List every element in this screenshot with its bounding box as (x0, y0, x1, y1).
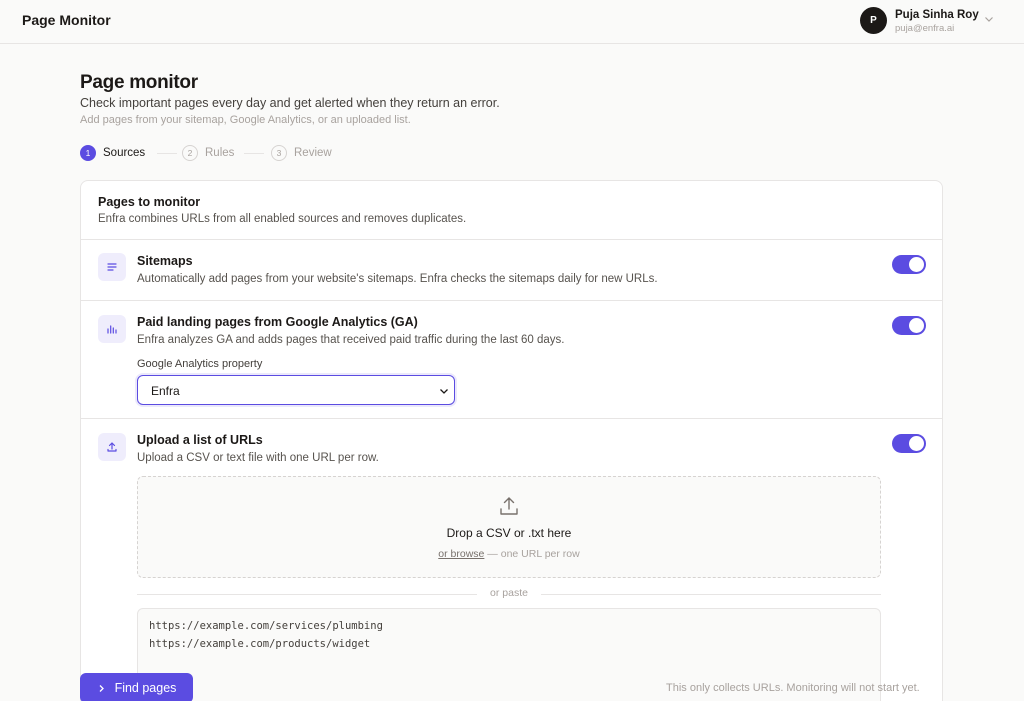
source-upload: Upload a list of URLs Upload a CSV or te… (81, 419, 942, 701)
step-review[interactable]: 3 Review (271, 145, 332, 161)
pasted-url: https://example.com/products/widget (149, 638, 371, 650)
ga-property-label: Google Analytics property (137, 358, 263, 370)
toggle-knob (909, 436, 924, 451)
toggle-knob (909, 318, 924, 333)
chevron-down-icon (985, 17, 993, 22)
card-description: Enfra combines URLs from all enabled sou… (98, 213, 467, 225)
source-google-analytics: Paid landing pages from Google Analytics… (81, 301, 942, 419)
page-title: Page monitor (80, 72, 198, 93)
card-header: Pages to monitor Enfra combines URLs fro… (81, 181, 942, 240)
user-name: Puja Sinha Roy (895, 9, 979, 21)
dropzone-title: Drop a CSV or .txt here (446, 526, 572, 540)
step-connector (244, 153, 264, 154)
ga-toggle[interactable] (892, 316, 926, 335)
find-pages-label: Find pages (114, 681, 177, 695)
upload-toggle[interactable] (892, 434, 926, 453)
upload-icon (98, 433, 126, 461)
source-description: Upload a CSV or text file with one URL p… (137, 452, 379, 464)
step-label: Sources (103, 147, 146, 159)
bar-chart-icon (98, 315, 126, 343)
user-menu[interactable]: P Puja Sinha Roy puja@enfra.ai (860, 7, 1010, 35)
find-pages-button[interactable]: Find pages (80, 673, 193, 701)
footer-note: This only collects URLs. Monitoring will… (666, 682, 920, 694)
top-bar: Page Monitor P Puja Sinha Roy puja@enfra… (0, 0, 1024, 44)
chevron-right-icon (99, 684, 104, 692)
page-hint: Add pages from your sitemap, Google Anal… (80, 114, 411, 126)
app-title: Page Monitor (22, 12, 111, 28)
page-subtitle: Check important pages every day and get … (80, 96, 500, 110)
step-rules[interactable]: 2 Rules (182, 145, 234, 161)
list-icon (98, 253, 126, 281)
source-description: Automatically add pages from your websit… (137, 273, 658, 285)
sources-card: Pages to monitor Enfra combines URLs fro… (80, 180, 943, 701)
chevron-down-icon (440, 389, 448, 394)
source-title: Paid landing pages from Google Analytics… (137, 315, 418, 329)
step-sources[interactable]: 1 Sources (80, 145, 145, 161)
step-number: 1 (80, 145, 96, 161)
source-description: Enfra analyzes GA and adds pages that re… (137, 334, 565, 346)
browse-link[interactable]: or browse (438, 548, 484, 560)
toggle-knob (909, 257, 924, 272)
or-paste-label: or paste (490, 587, 528, 599)
sitemaps-toggle[interactable] (892, 255, 926, 274)
step-number: 2 (182, 145, 198, 161)
source-sitemaps: Sitemaps Automatically add pages from yo… (81, 240, 942, 301)
dropzone-hint: or browse — one URL per row (138, 548, 880, 560)
step-connector (157, 153, 177, 154)
ga-property-select[interactable]: Enfra (137, 375, 455, 405)
step-label: Rules (205, 147, 235, 159)
file-dropzone[interactable]: Drop a CSV or .txt here or browse — one … (137, 476, 881, 578)
source-title: Upload a list of URLs (137, 433, 263, 447)
step-number: 3 (271, 145, 287, 161)
step-label: Review (294, 147, 332, 159)
pasted-url: https://example.com/services/plumbing (149, 620, 383, 632)
or-divider: or paste (137, 587, 881, 601)
avatar: P (860, 7, 887, 34)
stepper: 1 Sources 2 Rules 3 Review (80, 145, 380, 161)
dropzone-hint-text: — one URL per row (484, 548, 580, 560)
select-value: Enfra (151, 384, 180, 398)
user-email: puja@enfra.ai (895, 23, 955, 34)
divider-line (541, 594, 881, 595)
source-title: Sitemaps (137, 254, 193, 268)
upload-icon (500, 497, 518, 515)
card-title: Pages to monitor (98, 195, 201, 209)
